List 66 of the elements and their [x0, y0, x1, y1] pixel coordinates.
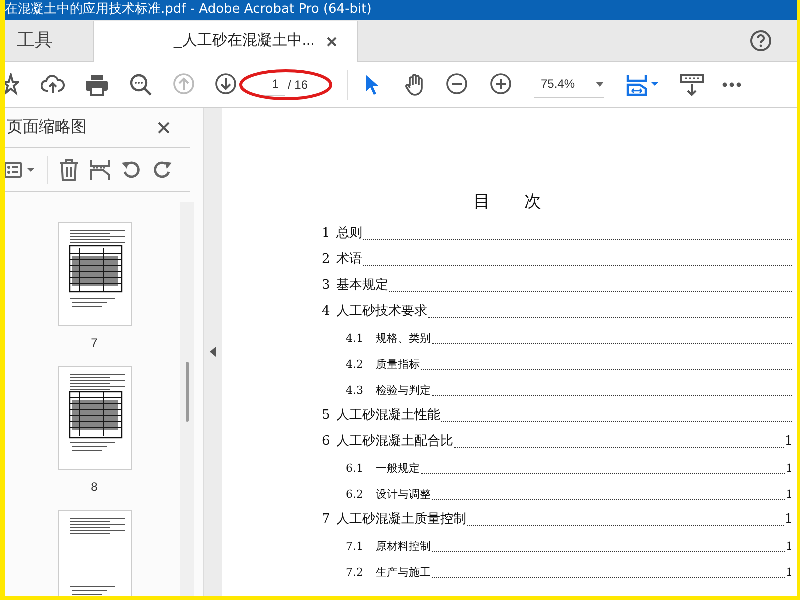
rotate-left-icon[interactable]: [120, 158, 142, 180]
page-number-label: 7: [91, 335, 98, 352]
tab[interactable]: 工具: [5, 20, 93, 61]
zoom-in-icon[interactable]: [490, 72, 512, 96]
extract-page-icon[interactable]: [90, 158, 110, 180]
toc-entry[interactable]: 质量指标: [376, 357, 420, 374]
trash-icon[interactable]: [58, 158, 80, 182]
toc-entry[interactable]: 人工砂技术要求: [336, 302, 428, 322]
collapse-icon[interactable]: [210, 347, 216, 357]
page-count: / 16: [288, 76, 308, 94]
close-icon[interactable]: [158, 122, 170, 134]
tab[interactable]: _人工砂在混凝土中...: [93, 21, 358, 62]
page-thumbnail[interactable]: [58, 510, 132, 596]
toc-entry[interactable]: 设计与调整: [376, 487, 431, 504]
toc-number: 7.2: [346, 565, 364, 581]
toc-number: 4.2: [346, 357, 364, 373]
toc-entry[interactable]: 总则: [336, 224, 362, 244]
toc-number: 4: [322, 303, 330, 321]
toc-entry[interactable]: 人工砂混凝土性能: [336, 406, 440, 426]
printer-icon[interactable]: [85, 72, 109, 96]
keyboard-down-icon[interactable]: [680, 72, 704, 96]
toc-page-number: 1: [786, 565, 793, 581]
scrollbar[interactable]: [180, 202, 194, 596]
toc-number: 1: [322, 225, 330, 243]
toc-number: 6.1: [346, 461, 364, 477]
toc-number: 6: [322, 433, 330, 451]
toc-entry[interactable]: 基本规定: [336, 276, 388, 296]
toc-page-number: 1: [786, 461, 793, 477]
toc-entry[interactable]: 规格、类别: [376, 331, 431, 348]
rotate-right-icon[interactable]: [152, 158, 174, 180]
toc-page-number: 1: [784, 433, 793, 451]
caret-icon: [596, 82, 604, 86]
toc-number: 7: [322, 511, 330, 529]
panel-title: 页面缩略图: [6, 118, 87, 138]
toc-number: 4.3: [346, 383, 364, 399]
hand-icon[interactable]: [404, 72, 426, 96]
toc-entry[interactable]: 术语: [336, 250, 362, 270]
toc-page-number: 1: [786, 487, 793, 503]
toc-number: 4.1: [346, 331, 364, 347]
page-number-label: 8: [91, 479, 98, 496]
toc-heading: 目 次: [472, 191, 542, 214]
help-icon[interactable]: [750, 30, 772, 52]
toc-number: 5: [322, 407, 330, 425]
toc-number: 7.1: [346, 539, 364, 555]
toc-page-number: 1: [786, 539, 793, 555]
zoom-out-icon[interactable]: [446, 72, 468, 96]
toc-entry[interactable]: 原材料控制: [376, 539, 431, 556]
page-thumbnail[interactable]: [58, 222, 132, 326]
options-menu-icon[interactable]: [5, 160, 37, 180]
toc-entry[interactable]: 人工砂混凝土质量控制: [336, 510, 466, 530]
star-icon[interactable]: [5, 72, 19, 96]
toc-number: 3: [322, 277, 330, 295]
toc-entry[interactable]: 检验与判定: [376, 383, 431, 400]
toc-number: 6.2: [346, 487, 364, 503]
zoom-search-icon[interactable]: [129, 72, 153, 96]
toc-entry[interactable]: 人工砂混凝土配合比: [336, 432, 454, 452]
toc-page-number: 1: [784, 511, 793, 529]
page-number-field[interactable]: 1: [255, 74, 285, 96]
fit-page-icon[interactable]: [626, 72, 660, 96]
toc-entry[interactable]: 生产与施工: [376, 565, 431, 582]
toc-entry[interactable]: 一般规定: [376, 461, 420, 478]
zoom-dropdown[interactable]: 75.4%: [534, 72, 604, 98]
toc-number: 2: [322, 251, 330, 269]
close-icon[interactable]: [326, 36, 337, 46]
window-title: 在混凝土中的应用技术标准.pdf - Adobe Acrobat Pro (64-bit): [5, 1, 372, 20]
page-thumbnail[interactable]: [58, 366, 132, 470]
